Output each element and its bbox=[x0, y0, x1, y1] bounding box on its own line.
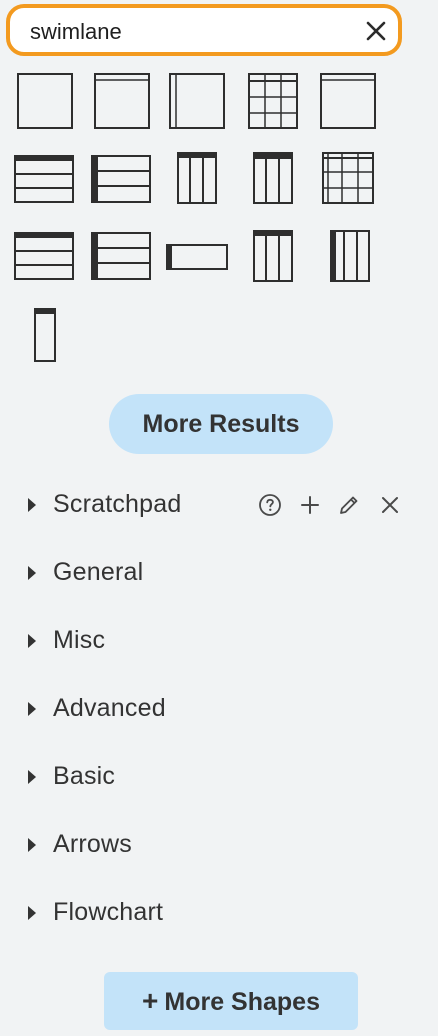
shape-horizontal-pool-2[interactable] bbox=[91, 232, 151, 280]
section-arrows[interactable]: Arrows bbox=[0, 823, 438, 867]
expand-arrow-icon bbox=[28, 498, 36, 512]
section-flowchart[interactable]: Flowchart bbox=[0, 891, 438, 935]
section-label: Scratchpad bbox=[53, 490, 182, 518]
expand-arrow-icon bbox=[28, 702, 36, 716]
clear-search-icon[interactable] bbox=[364, 19, 388, 43]
section-general[interactable]: General bbox=[0, 551, 438, 595]
plus-icon: + bbox=[142, 985, 159, 1016]
section-label: Basic bbox=[53, 762, 116, 790]
section-misc[interactable]: Misc bbox=[0, 619, 438, 663]
shape-pool-vertical-header[interactable] bbox=[169, 73, 225, 129]
shape-pool-header[interactable] bbox=[94, 73, 150, 129]
shape-vertical-lanes[interactable] bbox=[177, 152, 217, 204]
search-box bbox=[6, 4, 402, 56]
shape-horizontal-lanes[interactable] bbox=[14, 155, 74, 203]
section-scratchpad[interactable]: Scratchpad bbox=[0, 483, 438, 527]
shapes-panel: More Results Scratchpad General Misc Adv… bbox=[0, 0, 438, 1036]
shape-swimlane-grid[interactable] bbox=[322, 152, 374, 204]
shape-horizontal-lane[interactable] bbox=[166, 244, 228, 270]
add-icon[interactable] bbox=[298, 493, 322, 517]
section-advanced[interactable]: Advanced bbox=[0, 687, 438, 731]
shape-vertical-lanes-2[interactable] bbox=[253, 230, 293, 282]
shape-container[interactable] bbox=[17, 73, 73, 129]
close-icon[interactable] bbox=[378, 493, 402, 517]
section-label: Misc bbox=[53, 626, 106, 654]
shape-horizontal-lanes-2[interactable] bbox=[14, 232, 74, 280]
section-label: Advanced bbox=[53, 694, 166, 722]
shape-horizontal-pool[interactable] bbox=[91, 155, 151, 203]
more-shapes-label: More Shapes bbox=[164, 988, 320, 1016]
help-icon[interactable] bbox=[258, 493, 282, 517]
edit-pencil-icon[interactable] bbox=[337, 493, 361, 517]
expand-arrow-icon bbox=[28, 566, 36, 580]
section-label: Arrows bbox=[53, 830, 132, 858]
more-results-button[interactable]: More Results bbox=[109, 394, 333, 454]
shape-vertical-pool-2[interactable] bbox=[330, 230, 370, 282]
shape-vertical-lane[interactable] bbox=[34, 308, 56, 362]
shape-pool-title[interactable] bbox=[320, 73, 376, 129]
shape-grid-table[interactable] bbox=[248, 73, 298, 129]
search-input[interactable] bbox=[30, 14, 350, 50]
section-label: General bbox=[53, 558, 144, 586]
shape-vertical-pool[interactable] bbox=[253, 152, 293, 204]
section-label: Flowchart bbox=[53, 898, 164, 926]
expand-arrow-icon bbox=[28, 838, 36, 852]
more-shapes-button[interactable]: + More Shapes bbox=[104, 972, 358, 1030]
section-basic[interactable]: Basic bbox=[0, 755, 438, 799]
expand-arrow-icon bbox=[28, 770, 36, 784]
expand-arrow-icon bbox=[28, 906, 36, 920]
expand-arrow-icon bbox=[28, 634, 36, 648]
